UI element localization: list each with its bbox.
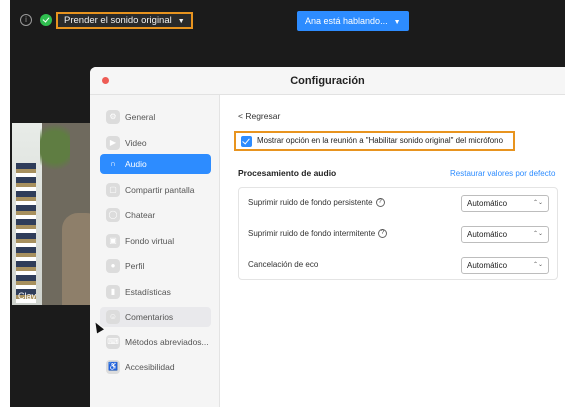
accessibility-icon: ♿ [106,360,120,374]
original-sound-button[interactable]: Prender el sonido original ▼ [56,12,193,29]
screenshot: i Prender el sonido original ▼ Ana está h… [0,0,565,407]
audio-settings-panel: < Regresar Mostrar opción en la reunión … [220,95,565,407]
gear-icon: ⚙ [106,110,120,124]
sidebar-item-general[interactable]: ⚙ General [100,107,211,127]
sidebar-item-label: Accesibilidad [125,362,175,372]
profile-icon: ● [106,259,120,273]
background-icon: ▣ [106,234,120,248]
participant-video[interactable]: Clay [12,123,102,305]
stats-icon: ▮ [106,285,120,299]
sidebar-item-chatear[interactable]: ◯ Chatear [100,205,211,225]
audio-setting-row: Cancelación de eco Automático ⌃⌄ [239,250,559,280]
sidebar-item-compartir-pantalla[interactable]: ▢ Compartir pantalla [100,180,211,200]
help-icon[interactable]: ? [375,198,385,208]
sidebar-item-label: Perfil [125,261,145,271]
info-icon[interactable]: i [20,14,32,26]
audio-setting-text: Suprimir ruido de fondo persistente [248,198,373,207]
sidebar-item-audio[interactable]: ∩ Audio [100,154,211,174]
speaking-label: Ana está hablando... [305,16,388,26]
share-screen-icon: ▢ [106,183,120,197]
restore-defaults-link[interactable]: Restaurar valores por defecto [450,169,555,178]
settings-sidebar: ⚙ General ▶ Video ∩ Audio ▢ Compartir pantalla ◯… [90,95,220,407]
sidebar-item-perfil[interactable]: ● Perfil [100,256,211,276]
select-value: Automático [467,199,508,208]
settings-header: Configuración [90,67,565,95]
back-link[interactable]: < Regresar [238,111,280,121]
sidebar-item-video[interactable]: ▶ Video [100,133,211,153]
audio-setting-text: Cancelación de eco [248,260,319,269]
chevron-down-icon: ▼ [393,19,401,26]
sidebar-item-comentarios[interactable]: ☺ Comentarios [100,307,211,327]
speaking-indicator-button[interactable]: Ana está hablando... ▼ [297,11,409,31]
audio-processing-panel: Suprimir ruido de fondo persistente? Auto… [238,187,558,280]
select-value: Automático [467,261,508,270]
audio-setting-label: Cancelación de eco [248,250,318,280]
meeting-top-bar: i Prender el sonido original ▼ Ana está h… [10,6,565,36]
sidebar-item-fondo-virtual[interactable]: ▣ Fondo virtual [100,231,211,251]
audio-setting-select[interactable]: Automático ⌃⌄ [461,257,549,274]
audio-setting-select[interactable]: Automático ⌃⌄ [461,195,549,212]
sidebar-item-label: Estadísticas [125,287,171,297]
sidebar-item-label: Fondo virtual [125,236,175,246]
original-sound-checkbox-label: Mostrar opción en la reunión a "Habilita… [257,136,503,145]
chevron-updown-icon: ⌃⌄ [532,200,543,206]
shield-icon[interactable] [40,14,52,26]
video-icon: ▶ [106,136,120,150]
sidebar-item-accesibilidad[interactable]: ♿ Accesibilidad [100,357,211,377]
settings-dialog: Configuración ⚙ General ▶ Video ∩ Audio ▢ Compa… [90,67,565,407]
audio-setting-row: Suprimir ruido de fondo intermitente? Aut… [239,219,559,249]
audio-setting-row: Suprimir ruido de fondo persistente? Auto… [239,188,559,218]
audio-setting-label: Suprimir ruido de fondo persistente? [248,188,385,218]
original-sound-option[interactable]: Mostrar opción en la reunión a "Habilita… [234,131,515,151]
headphones-icon: ∩ [110,159,116,168]
sidebar-item-label: Métodos abreviados... [125,337,209,347]
original-sound-checkbox[interactable] [241,136,252,147]
select-value: Automático [467,230,508,239]
participant-name: Clay [18,291,37,301]
sidebar-item-estadísticas[interactable]: ▮ Estadísticas [100,282,211,302]
audio-setting-select[interactable]: Automático ⌃⌄ [461,226,549,243]
audio-setting-text: Suprimir ruido de fondo intermitente [248,229,376,238]
keyboard-icon: ⌨ [106,335,120,349]
settings-title: Configuración [290,75,365,87]
feedback-icon: ☺ [106,310,120,324]
help-icon[interactable]: ? [378,229,388,239]
chevron-updown-icon: ⌃⌄ [532,231,543,237]
original-sound-label: Prender el sonido original [64,15,172,26]
sidebar-item-label: Compartir pantalla [125,185,195,195]
sidebar-item-label: Video [125,138,147,148]
sidebar-item-métodos-abreviados[interactable]: ⌨ Métodos abreviados... [100,332,211,352]
sidebar-item-label: General [125,112,156,122]
sidebar-item-label: Audio [125,159,147,169]
video-background-bookshelf [16,163,36,303]
audio-setting-label: Suprimir ruido de fondo intermitente? [248,219,388,249]
section-title: Procesamiento de audio [238,168,337,178]
chevron-updown-icon: ⌃⌄ [532,262,543,268]
sidebar-item-label: Comentarios [125,312,174,322]
sidebar-item-label: Chatear [125,210,156,220]
chevron-down-icon: ▼ [177,18,185,25]
video-background-plant [40,123,70,183]
chat-icon: ◯ [106,208,120,222]
